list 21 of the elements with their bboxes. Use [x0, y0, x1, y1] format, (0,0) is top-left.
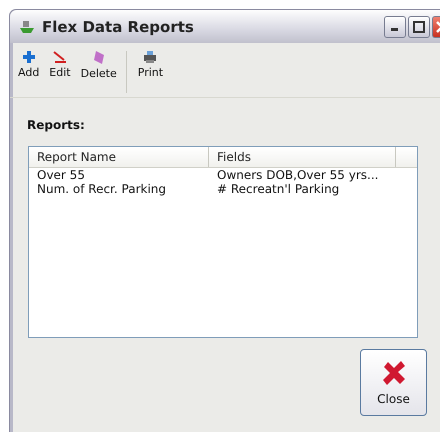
- window-title: Flex Data Reports: [42, 18, 195, 36]
- table-cell-text: Num. of Recr. Parking: [36, 182, 168, 196]
- maximize-button[interactable]: [408, 16, 430, 38]
- printer-icon: [143, 51, 158, 63]
- plus-icon: [22, 51, 35, 63]
- table-cell-text: # Recreatn'l Parking: [216, 182, 340, 196]
- app-icon: [18, 20, 36, 34]
- table-cell-text: Owners DOB,Over 55 yrs...: [216, 168, 380, 182]
- toolbar-button[interactable]: Delete: [76, 47, 122, 97]
- eraser-icon: [92, 51, 105, 64]
- close-icon: [380, 360, 406, 386]
- reports-label: Reports:: [27, 118, 86, 132]
- column-header[interactable]: Fields: [209, 147, 396, 167]
- close-button[interactable]: Close: [360, 349, 427, 416]
- table-cell-text: Over 55: [36, 168, 86, 182]
- toolbar-button[interactable]: Edit: [44, 47, 76, 97]
- toolbar-button[interactable]: Print: [132, 47, 168, 97]
- toolbar-button[interactable]: Add: [13, 47, 44, 97]
- column-header[interactable]: Report Name: [29, 147, 209, 167]
- maximize-icon: [413, 20, 425, 32]
- minimize-button[interactable]: [384, 16, 406, 38]
